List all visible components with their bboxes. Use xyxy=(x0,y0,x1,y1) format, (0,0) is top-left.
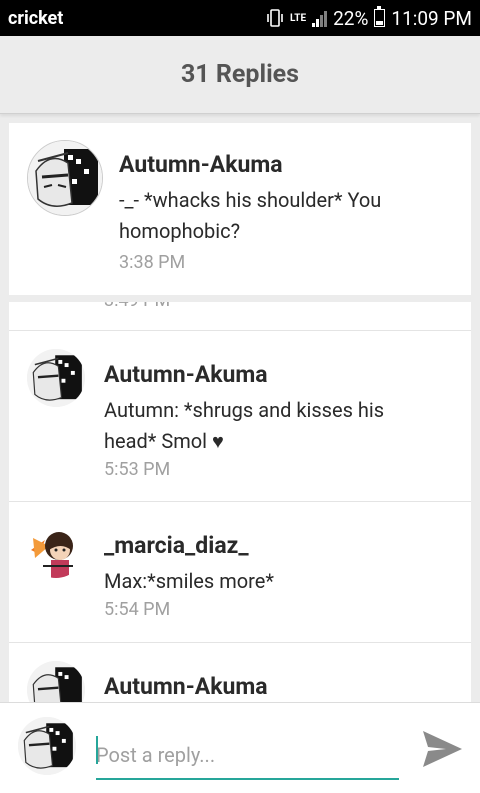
avatar[interactable] xyxy=(27,349,85,407)
reply-bar xyxy=(0,702,480,793)
main-comment-card: Autumn-Akuma -_- *whacks his shoulder* Y… xyxy=(9,123,471,295)
status-bar: cricket LTE 22% 11:09 PM xyxy=(0,0,480,36)
clock: 11:09 PM xyxy=(391,6,472,30)
avatar[interactable] xyxy=(27,520,85,578)
reply-time-cut-off: 3:49 PM xyxy=(104,302,170,311)
reply-time: 5:54 PM xyxy=(104,599,171,620)
reply-input[interactable] xyxy=(96,732,399,780)
vibrate-icon xyxy=(267,9,283,27)
carrier-name: cricket xyxy=(8,7,64,29)
replies-list[interactable]: 3:49 PM Autumn-Akuma Autumn: *shrugs and… xyxy=(9,302,471,702)
list-item: Autumn-Akuma Autumn: *shrugs and kisses … xyxy=(9,331,471,501)
reply-time: 5:53 PM xyxy=(104,459,171,480)
reply-text: Autumn: *shrugs and kisses his head* Smo… xyxy=(104,398,385,453)
signal-icon xyxy=(312,9,328,27)
status-icons: LTE 22% 11:09 PM xyxy=(266,6,472,30)
header: 31 Replies xyxy=(0,36,480,114)
lte-icon: LTE xyxy=(289,12,307,24)
list-item: Autumn-Akuma xyxy=(9,643,471,702)
reply-author[interactable]: Autumn-Akuma xyxy=(104,673,268,700)
text-cursor xyxy=(96,736,98,764)
avatar[interactable] xyxy=(27,661,85,702)
battery-icon xyxy=(374,6,386,27)
avatar[interactable] xyxy=(27,140,103,216)
send-icon[interactable] xyxy=(420,727,464,771)
battery-percent: 22% xyxy=(333,6,369,30)
list-item: _marcia_diaz_ Max:*smiles more* 5:54 PM xyxy=(9,502,471,642)
comment-author[interactable]: Autumn-Akuma xyxy=(119,151,283,178)
comment-text: -_- *whacks his shoulder* You homophobic… xyxy=(119,188,382,243)
reply-author[interactable]: _marcia_diaz_ xyxy=(104,532,249,559)
avatar xyxy=(18,717,76,775)
comment-time: 3:38 PM xyxy=(119,252,186,273)
reply-author[interactable]: Autumn-Akuma xyxy=(104,361,268,388)
page-title: 31 Replies xyxy=(180,60,300,89)
reply-text: Max:*smiles more* xyxy=(104,569,274,593)
